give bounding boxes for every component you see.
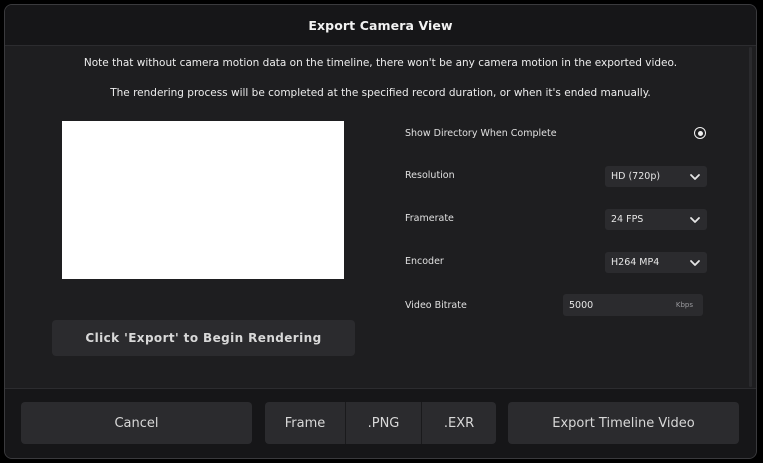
video-bitrate-label: Video Bitrate xyxy=(405,300,467,311)
export-camera-view-dialog: Export Camera View Note that without cam… xyxy=(4,4,757,459)
show-directory-radio[interactable] xyxy=(694,127,706,139)
video-bitrate-value: 5000 xyxy=(569,299,594,311)
resolution-value: HD (720p) xyxy=(611,171,661,182)
encoder-label: Encoder xyxy=(405,256,444,267)
png-format-button[interactable]: .PNG xyxy=(346,402,421,444)
exr-format-button[interactable]: .EXR xyxy=(422,402,496,444)
framerate-value: 24 FPS xyxy=(611,214,644,225)
dialog-titlebar: Export Camera View xyxy=(5,5,756,46)
resolution-label: Resolution xyxy=(405,170,455,181)
camera-motion-note: Note that without camera motion data on … xyxy=(83,57,678,69)
encoder-select[interactable]: H264 MP4 xyxy=(605,252,707,273)
render-preview xyxy=(62,121,344,279)
dialog-title: Export Camera View xyxy=(308,17,453,33)
framerate-label: Framerate xyxy=(405,213,454,224)
export-timeline-video-button[interactable]: Export Timeline Video xyxy=(508,402,739,444)
resolution-select[interactable]: HD (720p) xyxy=(605,166,707,187)
video-bitrate-unit: Kbps xyxy=(675,301,693,309)
show-directory-label: Show Directory When Complete xyxy=(405,128,557,139)
chevron-down-icon xyxy=(690,216,700,223)
framerate-select[interactable]: 24 FPS xyxy=(605,209,707,230)
encoder-value: H264 MP4 xyxy=(611,257,660,268)
video-bitrate-input[interactable]: 5000 Kbps xyxy=(563,294,703,316)
chevron-down-icon xyxy=(690,259,700,266)
dialog-footer: Cancel Frame .PNG .EXR Export Timeline V… xyxy=(5,388,756,458)
chevron-down-icon xyxy=(690,173,700,180)
rendering-duration-note: The rendering process will be completed … xyxy=(110,87,651,99)
export-frame-button[interactable]: Frame xyxy=(265,402,345,444)
cancel-button[interactable]: Cancel xyxy=(21,402,252,444)
begin-rendering-button[interactable]: Click 'Export' to Begin Rendering xyxy=(52,320,355,356)
radio-selected-icon xyxy=(697,130,703,136)
